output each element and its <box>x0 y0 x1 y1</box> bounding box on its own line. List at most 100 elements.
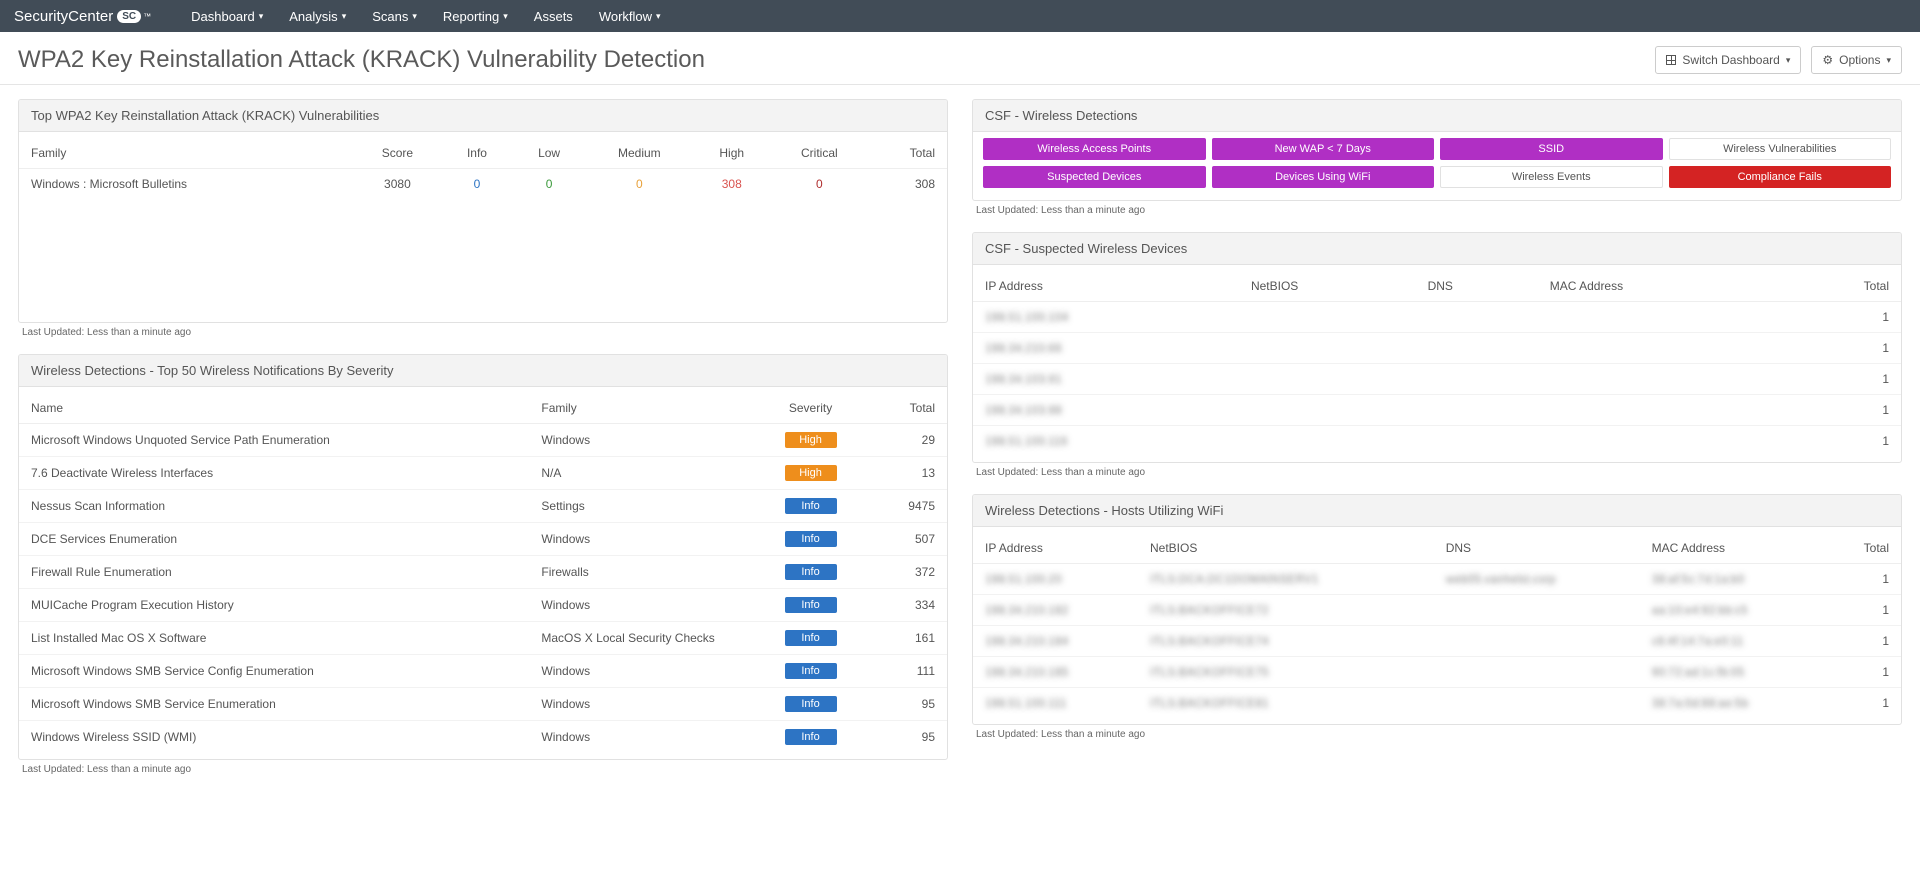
severity-badge: Info <box>785 663 837 679</box>
cell-netbios <box>1239 426 1416 457</box>
col-critical[interactable]: Critical <box>771 138 868 169</box>
matrix-tile[interactable]: Wireless Vulnerabilities <box>1669 138 1892 160</box>
table-row[interactable]: Microsoft Windows Unquoted Service Path … <box>19 424 947 457</box>
table-row[interactable]: 198.34.210.182ITLS.BACKOFFICE72aa:10:e4:… <box>973 595 1901 626</box>
col-total[interactable]: Total <box>1779 271 1901 302</box>
cell-mac: 90:72:ad:1c:fb:05 <box>1640 657 1826 688</box>
cell-family: Windows <box>529 523 752 556</box>
cell-name: Microsoft Windows Unquoted Service Path … <box>19 424 529 457</box>
top-krack-table: Family Score Info Low Medium High Critic… <box>19 138 947 199</box>
table-row[interactable]: 7.6 Deactivate Wireless InterfacesN/AHig… <box>19 457 947 490</box>
col-low[interactable]: Low <box>512 138 586 169</box>
col-netbios[interactable]: NetBIOS <box>1239 271 1416 302</box>
panel-body: IP Address NetBIOS DNS MAC Address Total… <box>973 527 1901 724</box>
matrix-tile[interactable]: Devices Using WiFi <box>1212 166 1435 188</box>
col-info[interactable]: Info <box>442 138 513 169</box>
cell-name: 7.6 Deactivate Wireless Interfaces <box>19 457 529 490</box>
col-ip[interactable]: IP Address <box>973 533 1138 564</box>
brand-name: SecurityCenter <box>14 8 113 25</box>
matrix-tile[interactable]: Wireless Access Points <box>983 138 1206 160</box>
caret-down-icon: ▾ <box>503 11 508 22</box>
table-row[interactable]: 198.34.210.661 <box>973 333 1901 364</box>
matrix-tile[interactable]: Wireless Events <box>1440 166 1663 188</box>
col-dns[interactable]: DNS <box>1416 271 1538 302</box>
caret-down-icon: ▾ <box>656 11 661 22</box>
col-medium[interactable]: Medium <box>586 138 693 169</box>
cell-dns: web05.vanhelst.corp <box>1434 564 1640 595</box>
col-family[interactable]: Family <box>19 138 353 169</box>
col-dns[interactable]: DNS <box>1434 533 1640 564</box>
col-total[interactable]: Total <box>869 393 947 424</box>
cell-dns <box>1434 626 1640 657</box>
panel-wrapper: Top WPA2 Key Reinstallation Attack (KRAC… <box>18 99 948 340</box>
last-updated: Last Updated: Less than a minute ago <box>972 463 1902 480</box>
switch-dashboard-button[interactable]: Switch Dashboard ▾ <box>1655 46 1801 74</box>
brand[interactable]: SecurityCenter SC ™ <box>14 8 151 25</box>
table-row[interactable]: MUICache Program Execution HistoryWindow… <box>19 589 947 622</box>
cell-severity: Info <box>752 490 869 523</box>
cell-total: 1 <box>1779 426 1901 457</box>
matrix-tile[interactable]: SSID <box>1440 138 1663 160</box>
table-row[interactable]: 198.34.210.185ITLS.BACKOFFICE7590:72:ad:… <box>973 657 1901 688</box>
cell-name: Microsoft Windows SMB Service Enumeratio… <box>19 688 529 721</box>
table-row[interactable]: 198.34.210.184ITLS.BACKOFFICE74c6:4f:14:… <box>973 626 1901 657</box>
matrix-tile[interactable]: New WAP < 7 Days <box>1212 138 1435 160</box>
table-row[interactable]: 198.34.103.981 <box>973 395 1901 426</box>
cell-netbios: ITLS.BACKOFFICE81 <box>1138 688 1434 719</box>
table-header-row: IP Address NetBIOS DNS MAC Address Total <box>973 271 1901 302</box>
table-row[interactable]: 198.51.100.111ITLS.BACKOFFICE8138:7a:0d:… <box>973 688 1901 719</box>
col-total[interactable]: Total <box>868 138 947 169</box>
matrix-grid: Wireless Access Points New WAP < 7 DaysSS… <box>973 132 1901 200</box>
panel-title: CSF - Wireless Detections <box>973 100 1901 132</box>
table-row[interactable]: 198.51.100.1041 <box>973 302 1901 333</box>
table-row[interactable]: 198.51.100.20ITLS.DCA.DC1DOMAINSERV1web0… <box>973 564 1901 595</box>
table-row[interactable]: Windows Wireless SSID (WMI)WindowsInfo95 <box>19 721 947 754</box>
cell-total: 507 <box>869 523 947 556</box>
cell-severity: Info <box>752 655 869 688</box>
col-netbios[interactable]: NetBIOS <box>1138 533 1434 564</box>
table-row[interactable]: Microsoft Windows SMB Service Config Enu… <box>19 655 947 688</box>
cell-netbios <box>1239 302 1416 333</box>
nav-assets[interactable]: Assets <box>534 9 573 24</box>
cell-total: 1 <box>1825 626 1901 657</box>
cell-name: Microsoft Windows SMB Service Config Enu… <box>19 655 529 688</box>
last-updated: Last Updated: Less than a minute ago <box>18 323 948 340</box>
nav-dashboard[interactable]: Dashboard▾ <box>191 9 263 24</box>
col-high[interactable]: High <box>693 138 771 169</box>
col-ip[interactable]: IP Address <box>973 271 1239 302</box>
matrix-tile[interactable]: Compliance Fails <box>1669 166 1892 188</box>
col-severity[interactable]: Severity <box>752 393 869 424</box>
table-row[interactable]: 198.51.100.1161 <box>973 426 1901 457</box>
col-score[interactable]: Score <box>353 138 442 169</box>
table-row[interactable]: List Installed Mac OS X SoftwareMacOS X … <box>19 622 947 655</box>
col-total[interactable]: Total <box>1825 533 1901 564</box>
matrix-tile[interactable]: Suspected Devices <box>983 166 1206 188</box>
cell-ip: 198.34.210.185 <box>973 657 1138 688</box>
cell-ip: 198.34.103.91 <box>973 364 1239 395</box>
top50-panel: Wireless Detections - Top 50 Wireless No… <box>18 354 948 760</box>
trademark-icon: ™ <box>143 12 151 21</box>
cell-mac: aa:10:e4:92:bb:c5 <box>1640 595 1826 626</box>
panel-title: Wireless Detections - Top 50 Wireless No… <box>19 355 947 387</box>
table-row[interactable]: Nessus Scan InformationSettingsInfo9475 <box>19 490 947 523</box>
nav-reporting[interactable]: Reporting▾ <box>443 9 508 24</box>
left-column: Top WPA2 Key Reinstallation Attack (KRAC… <box>18 99 948 777</box>
options-button[interactable]: ⚙ Options ▾ <box>1811 46 1902 74</box>
cell-dns <box>1416 333 1538 364</box>
col-mac[interactable]: MAC Address <box>1640 533 1826 564</box>
nav-analysis[interactable]: Analysis▾ <box>289 9 346 24</box>
col-name[interactable]: Name <box>19 393 529 424</box>
nav-workflow[interactable]: Workflow▾ <box>599 9 661 24</box>
cell-total: 13 <box>869 457 947 490</box>
panel-wrapper: CSF - Suspected Wireless Devices IP Addr… <box>972 232 1902 480</box>
nav-scans[interactable]: Scans▾ <box>372 9 417 24</box>
cell-name: MUICache Program Execution History <box>19 589 529 622</box>
table-row[interactable]: Firewall Rule EnumerationFirewallsInfo37… <box>19 556 947 589</box>
table-row[interactable]: DCE Services EnumerationWindowsInfo507 <box>19 523 947 556</box>
col-mac[interactable]: MAC Address <box>1538 271 1779 302</box>
cell-severity: Info <box>752 589 869 622</box>
col-family[interactable]: Family <box>529 393 752 424</box>
table-row[interactable]: Microsoft Windows SMB Service Enumeratio… <box>19 688 947 721</box>
table-row[interactable]: 198.34.103.911 <box>973 364 1901 395</box>
table-row[interactable]: Windows : Microsoft Bulletins30800003080… <box>19 169 947 200</box>
